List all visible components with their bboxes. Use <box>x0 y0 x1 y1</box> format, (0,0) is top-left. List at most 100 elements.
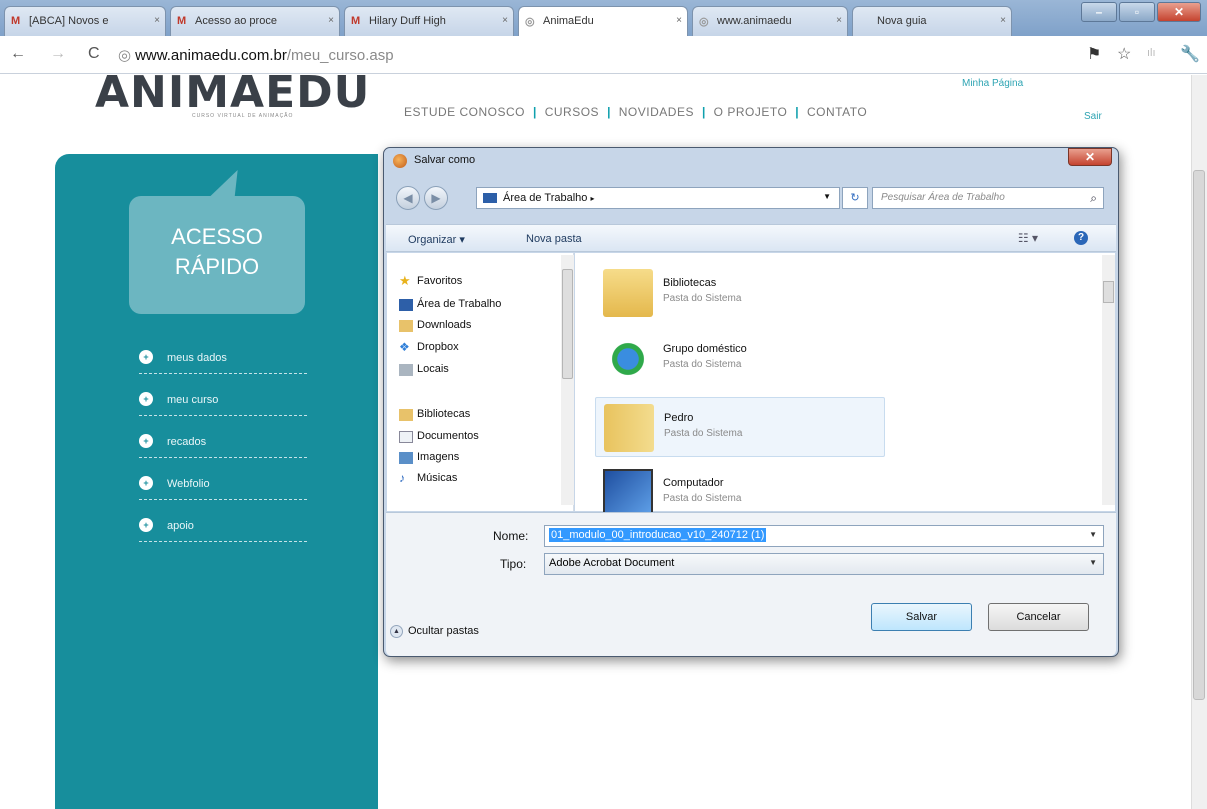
chevron-down-icon[interactable]: ▼ <box>1089 530 1097 539</box>
flag-icon[interactable]: ⚑ <box>1087 44 1101 64</box>
new-folder-button[interactable]: Nova pasta <box>526 233 582 245</box>
cancel-button[interactable]: Cancelar <box>988 603 1089 631</box>
tab-animaedu-2[interactable]: ◎ www.animaedu × <box>692 6 848 36</box>
plus-icon: + <box>139 392 153 406</box>
hide-folders-toggle[interactable]: ▲ Ocultar pastas <box>390 625 479 638</box>
libraries-icon <box>603 269 653 317</box>
menu-label: Webfolio <box>167 478 210 490</box>
nav-o-projeto[interactable]: O PROJETO <box>714 105 788 119</box>
nav-novidades[interactable]: NOVIDADES <box>619 105 694 119</box>
reload-icon[interactable]: C <box>88 45 100 63</box>
close-window-button[interactable]: ✕ <box>1157 2 1201 22</box>
nav-label: Dropbox <box>417 341 459 353</box>
nav-pane-scrollbar[interactable] <box>561 255 574 505</box>
site-nav: ESTUDE CONOSCO | CURSOS | NOVIDADES | O PRO… <box>404 105 871 119</box>
close-icon[interactable]: × <box>154 15 160 26</box>
menu-webfolio[interactable]: + Webfolio <box>139 470 307 500</box>
browser-tab-strip: M [ABCA] Novos e × M Acesso ao proce × M Hila… <box>0 0 1207 37</box>
tab-acesso[interactable]: M Acesso ao proce × <box>170 6 340 36</box>
signal-icon[interactable]: ılı <box>1147 47 1156 59</box>
nav-area-trabalho[interactable]: Área de Trabalho <box>399 298 501 311</box>
tab-hilary[interactable]: M Hilary Duff High × <box>344 6 514 36</box>
nav-downloads[interactable]: Downloads <box>399 319 471 332</box>
wrench-icon[interactable]: 🔧 <box>1180 44 1200 64</box>
downloads-icon <box>399 320 413 332</box>
nav-musicas[interactable]: ♪ Músicas <box>399 471 457 485</box>
nav-label: Imagens <box>417 451 460 463</box>
maximize-button[interactable]: ▫ <box>1119 2 1155 22</box>
star-icon[interactable]: ☆ <box>1117 44 1131 64</box>
nav-pane-scroll-thumb[interactable] <box>562 269 573 379</box>
dialog-nav-row: ◀ ▶ Área de Trabalho ▸ ▼ ↻ Pesquisar Área… <box>394 184 1110 212</box>
menu-apoio[interactable]: + apoio <box>139 512 307 542</box>
site-logo[interactable]: ANIMAEDU <box>95 75 370 118</box>
nav-contato[interactable]: CONTATO <box>807 105 867 119</box>
nav-bibliotecas[interactable]: Bibliotecas <box>399 408 470 421</box>
sair-link[interactable]: Sair <box>1084 111 1102 122</box>
menu-meus-dados[interactable]: + meus dados <box>139 344 307 374</box>
nav-imagens[interactable]: Imagens <box>399 451 460 464</box>
tab-label: Nova guia <box>877 15 927 27</box>
close-icon[interactable]: × <box>328 15 334 26</box>
list-item[interactable]: Bibliotecas Pasta do Sistema <box>595 263 885 323</box>
forward-icon[interactable]: → <box>50 45 66 63</box>
nav-estude-conosco[interactable]: ESTUDE CONOSCO <box>404 105 525 119</box>
file-list-scroll-thumb[interactable] <box>1103 281 1114 303</box>
nav-label: Locais <box>417 363 449 375</box>
search-placeholder: Pesquisar Área de Trabalho <box>881 192 1005 203</box>
forward-icon[interactable]: ▶ <box>424 186 448 210</box>
minimize-button[interactable]: – <box>1081 2 1117 22</box>
chevron-down-icon[interactable]: ▼ <box>823 192 831 201</box>
refresh-icon[interactable]: ↻ <box>842 187 868 209</box>
close-icon[interactable]: × <box>502 15 508 26</box>
pictures-icon <box>399 452 413 464</box>
url-path: /meu_curso.asp <box>286 47 394 64</box>
tab-abca[interactable]: M [ABCA] Novos e × <box>4 6 166 36</box>
chevron-up-icon: ▲ <box>390 625 403 638</box>
nav-documentos[interactable]: Documentos <box>399 430 479 443</box>
breadcrumb: Área de Trabalho <box>503 192 588 204</box>
address-bar[interactable]: ◎ www.animaedu.com.br/meu_curso.asp <box>118 43 1058 67</box>
file-type-value: Adobe Acrobat Document <box>549 557 675 569</box>
filename-input[interactable]: 01_modulo_00_introducao_v10_240712 (1) ▼ <box>544 525 1104 547</box>
tab-animaedu[interactable]: ◎ AnimaEdu × <box>518 6 688 37</box>
close-icon[interactable]: × <box>1000 15 1006 26</box>
menu-recados[interactable]: + recados <box>139 428 307 458</box>
save-button[interactable]: Salvar <box>871 603 972 631</box>
close-icon[interactable]: × <box>676 15 682 26</box>
file-list-scrollbar[interactable] <box>1102 255 1115 505</box>
close-icon[interactable]: × <box>836 15 842 26</box>
tab-label: www.animaedu <box>717 15 792 27</box>
views-icon[interactable]: ☷ ▾ <box>1018 231 1038 245</box>
nav-cursos[interactable]: CURSOS <box>545 105 599 119</box>
menu-meu-curso[interactable]: + meu curso <box>139 386 307 416</box>
dialog-search-input[interactable]: Pesquisar Área de Trabalho ⌕ <box>872 187 1104 209</box>
quick-access-sidebar: ACESSO RÁPIDO + meus dados + meu curso + re… <box>55 154 378 809</box>
nav-favoritos[interactable]: ★ Favoritos <box>399 273 462 288</box>
nav-separator: | <box>607 105 611 119</box>
list-item[interactable]: Grupo doméstico Pasta do Sistema <box>595 329 885 389</box>
organize-button[interactable]: Organizar ▾ <box>408 233 465 246</box>
tab-nova-guia[interactable]: Nova guia × <box>852 6 1012 36</box>
gmail-icon: M <box>177 15 187 27</box>
page-icon: ◎ <box>699 16 709 28</box>
help-icon[interactable]: ? <box>1074 231 1088 245</box>
tab-label: Acesso ao proce <box>195 15 277 27</box>
minha-pagina-link[interactable]: Minha Página <box>962 78 1023 89</box>
chevron-down-icon[interactable]: ▼ <box>1089 558 1097 567</box>
back-icon[interactable]: ← <box>10 45 26 63</box>
window-controls: – ▫ ✕ <box>1081 2 1201 22</box>
list-item[interactable]: Pedro Pasta do Sistema <box>595 397 885 457</box>
nav-locais[interactable]: Locais <box>399 363 449 376</box>
file-type-select[interactable]: Adobe Acrobat Document ▼ <box>544 553 1104 575</box>
page-scroll-thumb[interactable] <box>1193 170 1205 700</box>
nav-separator: | <box>701 105 706 119</box>
back-icon[interactable]: ◀ <box>396 186 420 210</box>
dialog-address-bar[interactable]: Área de Trabalho ▸ ▼ <box>476 187 840 209</box>
page-scrollbar[interactable] <box>1191 75 1207 809</box>
homegroup-icon <box>603 335 653 383</box>
nav-dropbox[interactable]: ❖ Dropbox <box>399 340 459 354</box>
search-icon[interactable]: ⌕ <box>1090 191 1097 206</box>
dialog-close-button[interactable]: ✕ <box>1068 148 1112 166</box>
nav-separator: | <box>795 105 800 119</box>
